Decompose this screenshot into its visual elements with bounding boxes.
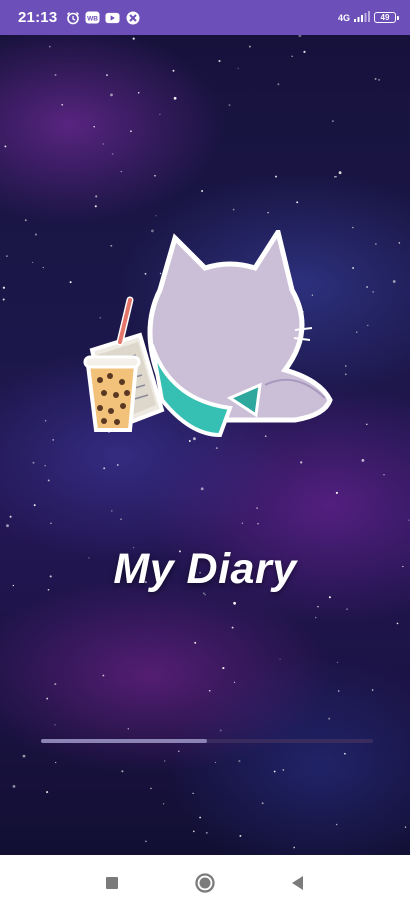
battery-level: 49 xyxy=(380,13,390,22)
loading-progress-bar xyxy=(41,739,373,743)
network-label: 4G xyxy=(337,12,350,23)
wb-icon: WB xyxy=(85,10,100,25)
recents-square-icon xyxy=(105,877,118,889)
battery-icon: 49 xyxy=(374,12,399,23)
navigation-bar xyxy=(0,855,410,911)
home-button[interactable] xyxy=(185,863,225,903)
alarm-icon xyxy=(65,10,80,25)
status-bar: 21:13 WB 4G 49 xyxy=(0,0,410,35)
splash-background: My Diary xyxy=(0,35,410,855)
app-title: My Diary xyxy=(113,545,297,593)
status-right: 4G 49 xyxy=(337,9,399,27)
cat-illustration xyxy=(147,230,333,438)
youtube-icon xyxy=(105,10,120,25)
home-circle-icon xyxy=(195,873,215,893)
app-x-icon xyxy=(125,10,140,25)
back-button[interactable] xyxy=(278,863,318,903)
status-time: 21:13 xyxy=(18,9,58,26)
recents-button[interactable] xyxy=(92,863,132,903)
loading-progress-fill xyxy=(41,739,207,743)
back-triangle-icon xyxy=(292,876,304,890)
cat-mascot-illustration xyxy=(83,230,333,438)
bubble-tea-illustration xyxy=(83,296,141,432)
signal-icon xyxy=(354,9,370,27)
svg-text:WB: WB xyxy=(87,15,98,22)
